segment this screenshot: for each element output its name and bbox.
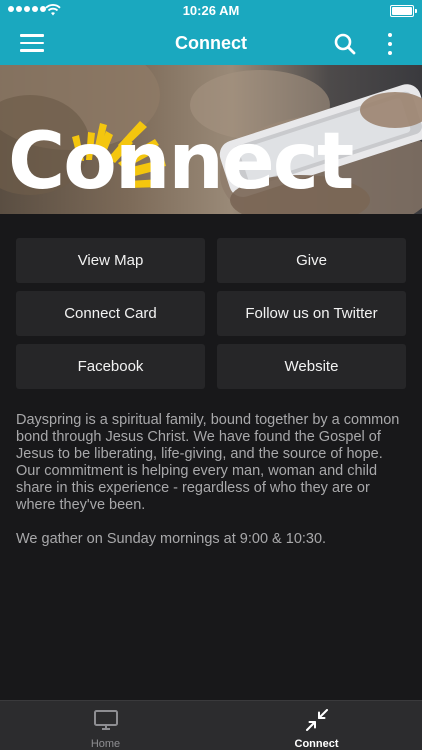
page-title: Connect <box>175 33 247 53</box>
tab-connect[interactable]: Connect <box>211 701 422 750</box>
vertical-ellipsis-icon[interactable] <box>380 31 400 57</box>
status-time: 10:26 AM <box>182 3 240 18</box>
follow-twitter-button[interactable]: Follow us on Twitter <box>217 291 406 336</box>
give-button[interactable]: Give <box>217 238 406 283</box>
facebook-button[interactable]: Facebook <box>16 344 205 389</box>
connect-card-button[interactable]: Connect Card <box>16 291 205 336</box>
service-times-text: We gather on Sunday mornings at 9:00 & 1… <box>16 531 327 547</box>
monitor-icon <box>93 710 118 730</box>
tab-home[interactable]: Home <box>0 701 211 750</box>
status-bar: 10:26 AM <box>0 0 422 22</box>
hero-banner: Connect <box>0 65 422 214</box>
nav-bar: Connect <box>0 22 422 65</box>
website-button[interactable]: Website <box>217 344 406 389</box>
church-description: Dayspring is a spiritual family, bound t… <box>16 412 408 565</box>
hero-title-text: Connect <box>8 117 354 207</box>
tab-connect-label: Connect <box>294 738 339 750</box>
description-paragraph: Dayspring is a spiritual family, bound t… <box>16 412 400 513</box>
compress-arrows-icon <box>305 709 328 731</box>
tab-home-label: Home <box>90 738 121 750</box>
app-screen: 10:26 AM Connect Connect View Map Give C… <box>0 0 422 750</box>
search-icon[interactable] <box>333 32 357 56</box>
battery-icon <box>390 5 417 17</box>
view-map-button[interactable]: View Map <box>16 238 205 283</box>
bottom-tab-bar: Home Connect <box>0 700 422 750</box>
